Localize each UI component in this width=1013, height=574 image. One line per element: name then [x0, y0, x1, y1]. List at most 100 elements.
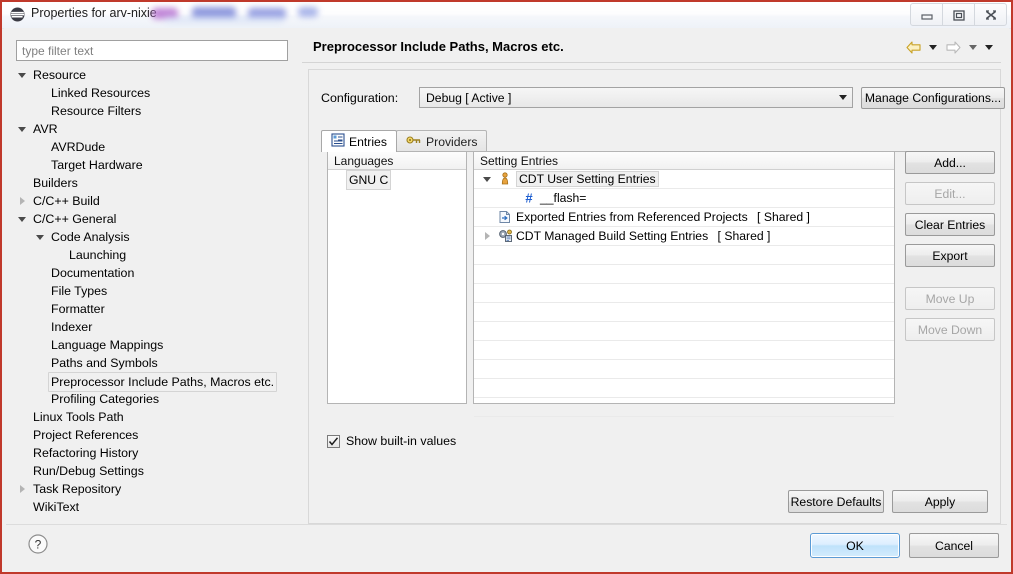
dialog-content: type filter text Resource Linked Resource…: [4, 28, 1009, 570]
tree-item-label: Formatter: [51, 302, 105, 316]
configuration-value: Debug [ Active ]: [426, 91, 512, 105]
entry-twisty-collapsed-icon[interactable]: [482, 227, 492, 245]
tree-twisty-expanded-icon[interactable]: [35, 228, 45, 246]
configuration-label: Configuration:: [321, 91, 399, 105]
setting-entry-empty-row[interactable]: [474, 379, 894, 398]
settings-tree[interactable]: Resource Linked Resources Resource Filters…: [16, 66, 292, 521]
help-question-icon[interactable]: ?: [26, 532, 50, 556]
tree-item[interactable]: Target Hardware: [16, 156, 292, 174]
close-button[interactable]: [974, 3, 1007, 26]
tree-item-label: C/C++ General: [33, 212, 117, 226]
setting-entry-empty-row[interactable]: [474, 284, 894, 303]
tree-item[interactable]: Language Mappings: [16, 336, 292, 354]
tree-item-label: Code Analysis: [51, 230, 130, 244]
tree-item[interactable]: Indexer: [16, 318, 292, 336]
back-menu-chevron-down-icon[interactable]: [926, 38, 940, 57]
setting-entry-text: CDT User Setting Entries: [516, 171, 659, 187]
tree-item[interactable]: Task Repository: [16, 480, 292, 498]
tree-item[interactable]: Linked Resources: [16, 84, 292, 102]
move-up-button: Move Up: [905, 287, 995, 310]
tree-twisty-expanded-icon[interactable]: [17, 120, 27, 138]
setting-entry-label: Exported Entries from Referenced Project…: [516, 208, 810, 226]
tree-item-label: Task Repository: [33, 482, 122, 496]
setting-entry-empty-row[interactable]: [474, 322, 894, 341]
setting-entry-empty-row[interactable]: [474, 398, 894, 417]
ok-button[interactable]: OK: [810, 533, 900, 558]
tree-item[interactable]: Paths and Symbols: [16, 354, 292, 372]
window-title: Properties for arv-nixie: [31, 6, 157, 20]
show-builtin-values-checkbox[interactable]: [327, 434, 340, 448]
footer-divider: [6, 524, 1007, 525]
macro-hash-icon: #: [522, 191, 536, 206]
tree-item[interactable]: Builders: [16, 174, 292, 192]
tree-item[interactable]: Resource: [16, 66, 292, 84]
tree-twisty-expanded-icon[interactable]: [17, 210, 27, 228]
window-controls: [910, 3, 1007, 26]
filter-input[interactable]: type filter text: [16, 40, 288, 61]
tree-item[interactable]: Resource Filters: [16, 102, 292, 120]
tree-item[interactable]: File Types: [16, 282, 292, 300]
tree-item[interactable]: WikiText: [16, 498, 292, 516]
restore-button[interactable]: [942, 3, 975, 26]
setting-entry-empty-row[interactable]: [474, 303, 894, 322]
tab-providers[interactable]: Providers: [396, 130, 488, 152]
tree-item-label: Language Mappings: [51, 338, 164, 352]
key-icon: [406, 134, 422, 149]
tree-item-label: Project References: [33, 428, 139, 442]
tree-item[interactable]: Refactoring History: [16, 444, 292, 462]
chevron-down-icon: [834, 89, 851, 106]
show-builtin-values-row[interactable]: Show built-in values: [327, 434, 456, 448]
configuration-row: Configuration: Debug [ Active ] Manage C…: [321, 87, 1005, 109]
language-item[interactable]: GNU C: [328, 170, 466, 190]
setting-entries-list[interactable]: CDT User Setting Entries # __flash= Exporte…: [474, 170, 894, 417]
restore-defaults-button[interactable]: Restore Defaults: [788, 490, 884, 513]
tree-item[interactable]: Profiling Categories: [16, 390, 292, 408]
tree-item-label: File Types: [51, 284, 108, 298]
tree-twisty-collapsed-icon[interactable]: [17, 192, 27, 210]
setting-entry-row[interactable]: CDT Managed Build Setting Entries [ Shar…: [474, 227, 894, 246]
page-area: Preprocessor Include Paths, Macros etc.: [302, 34, 1005, 524]
tree-item[interactable]: Documentation: [16, 264, 292, 282]
footer-buttons: OK Cancel: [810, 533, 999, 558]
tree-item[interactable]: Linux Tools Path: [16, 408, 292, 426]
minimize-button[interactable]: [910, 3, 943, 26]
setting-entry-scope-badge: [ Shared ]: [714, 229, 771, 243]
apply-button[interactable]: Apply: [892, 490, 988, 513]
configuration-select[interactable]: Debug [ Active ]: [419, 87, 853, 108]
back-arrow-icon[interactable]: [902, 38, 924, 57]
tree-twisty-collapsed-icon[interactable]: [17, 480, 27, 498]
setting-entry-empty-row[interactable]: [474, 265, 894, 284]
setting-entry-row[interactable]: CDT User Setting Entries: [474, 170, 894, 189]
tree-item-label: Linux Tools Path: [33, 410, 124, 424]
forward-arrow-icon: [942, 38, 964, 57]
tree-item[interactable]: Launching: [16, 246, 292, 264]
tree-item[interactable]: Code Analysis: [16, 228, 292, 246]
tree-item[interactable]: Project References: [16, 426, 292, 444]
tree-item[interactable]: Formatter: [16, 300, 292, 318]
svg-text:#: #: [525, 191, 533, 205]
tab-entries[interactable]: Entries: [321, 130, 397, 152]
cancel-button[interactable]: Cancel: [909, 533, 999, 558]
tree-item[interactable]: Run/Debug Settings: [16, 462, 292, 480]
setting-entry-empty-row[interactable]: [474, 360, 894, 379]
export-button[interactable]: Export: [905, 244, 995, 267]
manage-configurations-button[interactable]: Manage Configurations...: [861, 87, 1005, 109]
setting-entry-empty-row[interactable]: [474, 246, 894, 265]
entry-twisty-expanded-icon[interactable]: [482, 170, 492, 188]
tree-item[interactable]: C/C++ General: [16, 210, 292, 228]
setting-entry-label: __flash=: [540, 189, 586, 207]
add-button[interactable]: Add...: [905, 151, 995, 174]
setting-entry-row[interactable]: # __flash=: [474, 189, 894, 208]
tree-item[interactable]: AVRDude: [16, 138, 292, 156]
clear-entries-button[interactable]: Clear Entries: [905, 213, 995, 236]
tree-item-label: Preprocessor Include Paths, Macros etc.: [48, 372, 278, 392]
view-menu-chevron-down-icon[interactable]: [982, 38, 996, 57]
tree-twisty-expanded-icon[interactable]: [17, 66, 27, 84]
setting-entry-empty-row[interactable]: [474, 341, 894, 360]
tree-item[interactable]: AVR: [16, 120, 292, 138]
tree-item[interactable]: C/C++ Build: [16, 192, 292, 210]
setting-entry-row[interactable]: Exported Entries from Referenced Project…: [474, 208, 894, 227]
tree-item[interactable]: Preprocessor Include Paths, Macros etc.: [16, 372, 292, 392]
languages-list[interactable]: GNU C: [328, 170, 466, 190]
forward-menu-chevron-down-icon[interactable]: [966, 38, 980, 57]
